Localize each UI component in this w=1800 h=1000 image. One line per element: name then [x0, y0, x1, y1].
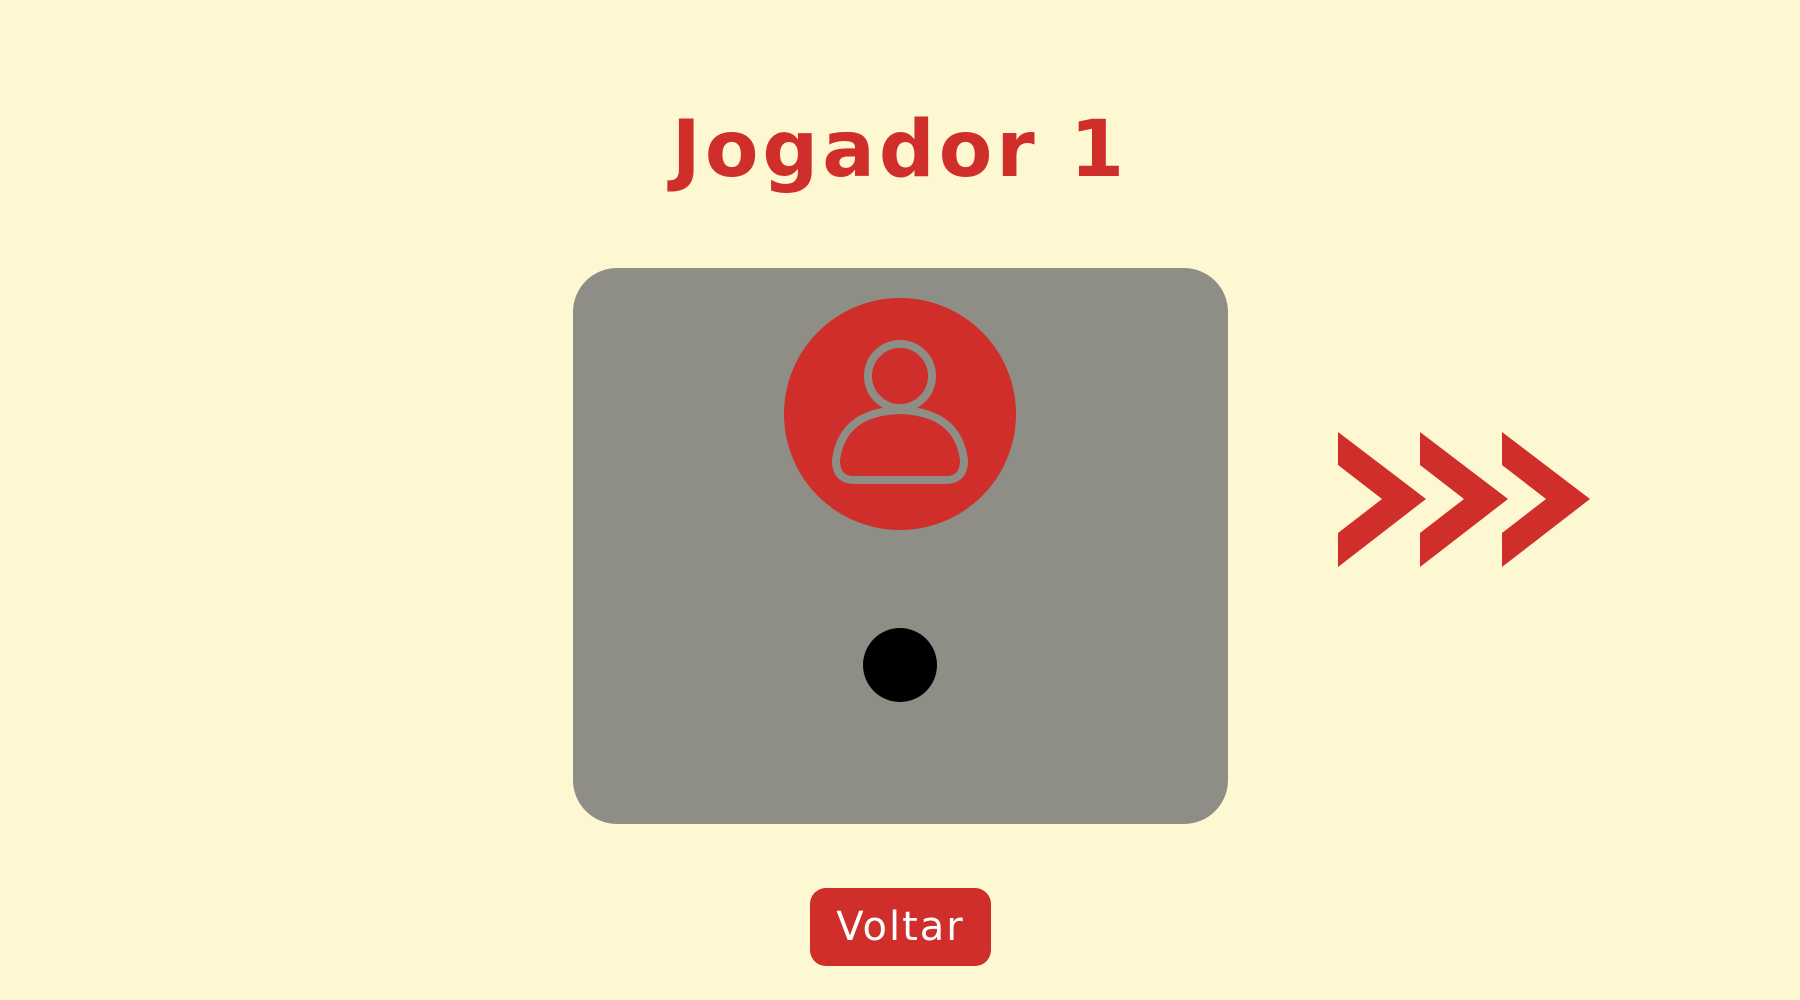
player-avatar	[784, 298, 1016, 530]
user-icon	[832, 340, 968, 484]
chevron-right-icon	[1502, 432, 1590, 567]
status-indicator-dot	[863, 628, 937, 702]
player-card[interactable]	[573, 268, 1228, 824]
player-select-screen: Jogador 1 Voltar	[0, 0, 1800, 1000]
triple-chevron-right-icon[interactable]	[1338, 432, 1590, 567]
chevron-right-icon	[1338, 432, 1426, 567]
page-title: Jogador 1	[671, 105, 1129, 195]
back-button[interactable]: Voltar	[810, 888, 991, 966]
chevron-right-icon	[1420, 432, 1508, 567]
